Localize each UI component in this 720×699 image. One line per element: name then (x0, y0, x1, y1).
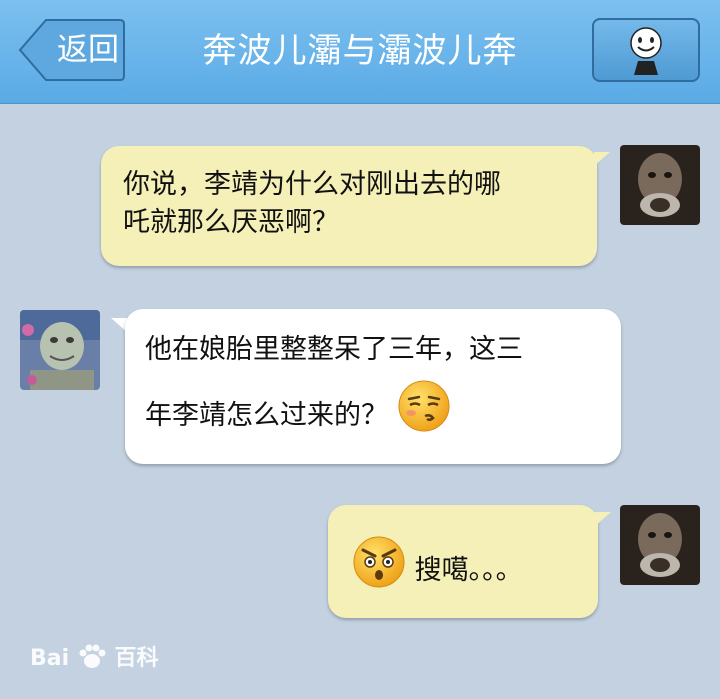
angry-emoji-icon (352, 535, 406, 607)
message-text-line: 吒就那么厌恶啊？ (123, 207, 339, 238)
paw-icon (77, 643, 107, 675)
message-text-line: 你说，李靖为什么对刚出去的哪 (123, 169, 501, 200)
message-bubble: 他在娘胎里整整呆了三年，这三 年李靖怎么过来的？ (125, 309, 621, 464)
avatar-benboerba[interactable] (620, 505, 700, 585)
message-text-line: 他在娘胎里整整呆了三年，这三 (145, 334, 523, 365)
person-icon (630, 27, 662, 75)
message-text-line: 年李靖怎么过来的？ (145, 400, 388, 431)
message-text: 搜噶。。。 (414, 555, 523, 586)
message-bubble: 搜噶。。。 (328, 505, 598, 618)
baidu-baike-watermark: Bai 百科 (30, 640, 159, 675)
smirk-emoji-icon (397, 379, 451, 454)
chat-title: 奔波儿灞与灞波儿奔 (202, 31, 518, 71)
top-nav-bar: 返回 奔波儿灞与灞波儿奔 (0, 0, 720, 104)
bubble-tail (594, 152, 610, 166)
back-button[interactable]: 返回 (18, 18, 126, 82)
message-bubble: 你说，李靖为什么对刚出去的哪 吒就那么厌恶啊？ (101, 146, 597, 266)
avatar-baboerben[interactable] (20, 310, 100, 390)
watermark-brand: Bai (30, 646, 70, 671)
avatar-benboerba[interactable] (620, 145, 700, 225)
watermark-brand-2: 百科 (114, 646, 159, 671)
profile-button[interactable] (592, 18, 700, 82)
bubble-tail (595, 512, 611, 526)
back-button-label: 返回 (57, 32, 119, 68)
